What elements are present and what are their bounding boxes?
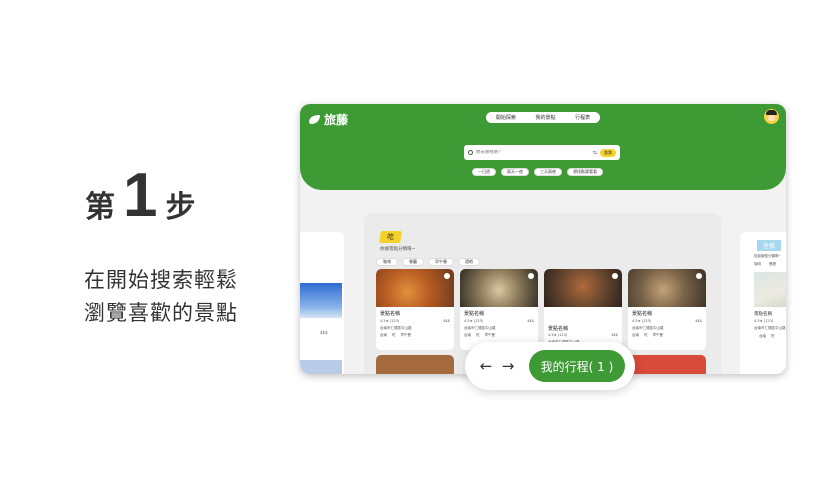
card-tags: 台南 吃 (759, 334, 775, 339)
card-price: $$$ (527, 319, 534, 323)
card-address: 台南市仁德區中山路 (632, 326, 664, 330)
description-line: 瀏覽喜歡的景點 (84, 301, 238, 325)
spot-card[interactable]: 景點名稱 4.5★ (123) $$$ 台南市仁德區中山路 台南 吃 早午餐 (376, 269, 454, 350)
arrow-left-icon[interactable]: ← (479, 358, 493, 374)
card-address: 台南市仁德區中山路 (754, 326, 786, 330)
card-tag: 早午餐 (400, 333, 412, 337)
card-tag: 台南 (759, 334, 766, 338)
spot-card-list: 景點名稱 4.5★ (123) $$$ 台南市仁德區中山路 台南 吃 早午餐 景… (376, 269, 706, 350)
card-tag: 台南 (380, 333, 387, 337)
category-tag: 住宿 (757, 240, 782, 251)
description-line: 在開始搜索輕鬆 (84, 268, 238, 292)
nav-item-my-spots[interactable]: 我的景點 (535, 114, 555, 121)
spot-card[interactable]: 景點名稱 4.5★ (123) $$$ 台南市仁德區中山路 (544, 269, 622, 350)
app-screenshot: 旅藤 開始探索 我的景點 行程表 ⇆ 查詢 一日遊 兩天一夜 三天兩夜 想找點樂… (300, 104, 786, 374)
card-price: $$$ (320, 330, 328, 335)
card-rating: 4.5★ (123) (754, 319, 774, 323)
brand-logo[interactable]: 旅藤 (308, 111, 348, 128)
category-subtitle: 依據景點分類唷~ (754, 254, 782, 258)
category-filters: 咖啡 餐廳 早午餐 酒吧 (376, 258, 480, 266)
chip-two-days[interactable]: 兩天一夜 (501, 168, 529, 176)
filter-chip[interactable]: 酒吧 (458, 258, 480, 266)
search-button[interactable]: 查詢 (600, 148, 616, 157)
filter-icon[interactable]: ⇆ (593, 150, 597, 156)
card-tag: 台南 (464, 333, 471, 337)
spot-card[interactable]: 景點名稱 4.5★ (123) $$$ 台南市仁德區中山路 台南 吃 早午餐 (628, 269, 706, 350)
filter-chip[interactable]: 餐廳 (402, 258, 424, 266)
avatar-face (768, 115, 775, 121)
card-image (376, 269, 454, 307)
filter-chip[interactable]: 咖啡 (376, 258, 398, 266)
card-image[interactable] (628, 355, 706, 374)
filter-chip[interactable]: 咖啡 (754, 262, 761, 267)
card-price: $$$ (443, 319, 450, 323)
category-tag: 吃 (379, 231, 402, 243)
brand-name: 旅藤 (324, 113, 349, 127)
step-prefix: 第 (85, 189, 115, 225)
category-panel-left: $$$ (300, 232, 344, 374)
card-name: 景點名稱 (548, 326, 569, 332)
card-tags: 台南 吃 早午餐 (380, 333, 411, 338)
step-number: 1 (123, 161, 158, 230)
card-price: $$$ (695, 319, 702, 323)
card-tag: 吃 (644, 333, 648, 337)
favorite-icon[interactable] (696, 273, 702, 279)
chip-three-days[interactable]: 三天兩夜 (534, 168, 562, 176)
card-tag: 吃 (771, 334, 775, 338)
card-rating: 4.5★ (123) (380, 319, 400, 323)
spot-card[interactable]: 景點名稱 4.5★ (123) $$$ 台南市仁德區中山路 台南 吃 早午餐 (460, 269, 538, 350)
search-input[interactable] (476, 150, 590, 155)
search-icon (468, 150, 473, 155)
chip-explore[interactable]: 想找點樂看看 (567, 168, 603, 176)
main-nav: 開始探索 我的景點 行程表 (486, 112, 600, 123)
chip-one-day[interactable]: 一日遊 (472, 168, 496, 176)
card-rating: 4.5★ (123) (632, 319, 652, 323)
step-description: 在開始搜索輕鬆 瀏覽喜歡的景點 (84, 264, 238, 330)
card-name: 景點名稱 (380, 311, 401, 317)
arrow-right-icon[interactable]: → (501, 358, 515, 374)
card-tags: 台南 吃 早午餐 (464, 333, 495, 338)
card-rating: 4.5★ (123) (464, 319, 484, 323)
card-tag: 台南 (632, 333, 639, 337)
my-trip-button[interactable]: 我的行程( 1 ) (529, 350, 625, 382)
card-name: 景點名稱 (464, 311, 485, 317)
card-name: 景點名稱 (632, 311, 653, 317)
card-image[interactable] (376, 355, 454, 374)
card-price: $$$ (611, 333, 618, 337)
card-image (460, 269, 538, 307)
filter-chip[interactable]: 餐廳 (769, 262, 776, 267)
category-subtitle: 依據景點分類唷~ (380, 247, 416, 252)
step-heading: 第 1 步 (85, 161, 196, 230)
card-image[interactable] (300, 283, 342, 318)
card-tag: 吃 (476, 333, 480, 337)
card-image[interactable] (754, 272, 786, 307)
card-image (628, 269, 706, 307)
favorite-icon[interactable] (444, 273, 450, 279)
favorite-icon[interactable] (612, 273, 618, 279)
leaf-icon (309, 115, 320, 124)
card-tag: 早午餐 (652, 333, 664, 337)
card-image (544, 269, 622, 307)
card-rating: 4.5★ (123) (548, 333, 568, 337)
card-tag: 吃 (392, 333, 396, 337)
category-filters: 咖啡 餐廳 (754, 262, 776, 267)
filter-chip[interactable]: 早午餐 (428, 258, 454, 266)
card-address: 台南市仁德區中山路 (380, 326, 412, 330)
quick-chips: 一日遊 兩天一夜 三天兩夜 想找點樂看看 (472, 168, 603, 176)
favorite-icon[interactable] (528, 273, 534, 279)
nav-item-itinerary[interactable]: 行程表 (575, 114, 590, 121)
nav-item-explore[interactable]: 開始探索 (496, 114, 516, 121)
card-tag: 早午餐 (484, 333, 496, 337)
category-panel-stay: 住宿 依據景點分類唷~ 咖啡 餐廳 景點名稱 4.5★ (123) 台南市仁德區… (740, 232, 786, 374)
search-bar: ⇆ 查詢 (464, 145, 620, 160)
app-header: 旅藤 開始探索 我的景點 行程表 ⇆ 查詢 一日遊 兩天一夜 三天兩夜 想找點樂… (300, 104, 786, 190)
bottom-action-bar: ← → 我的行程( 1 ) (465, 342, 635, 390)
card-tags: 台南 吃 早午餐 (632, 333, 663, 338)
card-address: 台南市仁德區中山路 (464, 326, 496, 330)
card-name: 景點名稱 (754, 312, 772, 317)
step-suffix: 步 (165, 189, 196, 225)
avatar[interactable] (764, 109, 779, 124)
card-image[interactable] (300, 360, 342, 374)
